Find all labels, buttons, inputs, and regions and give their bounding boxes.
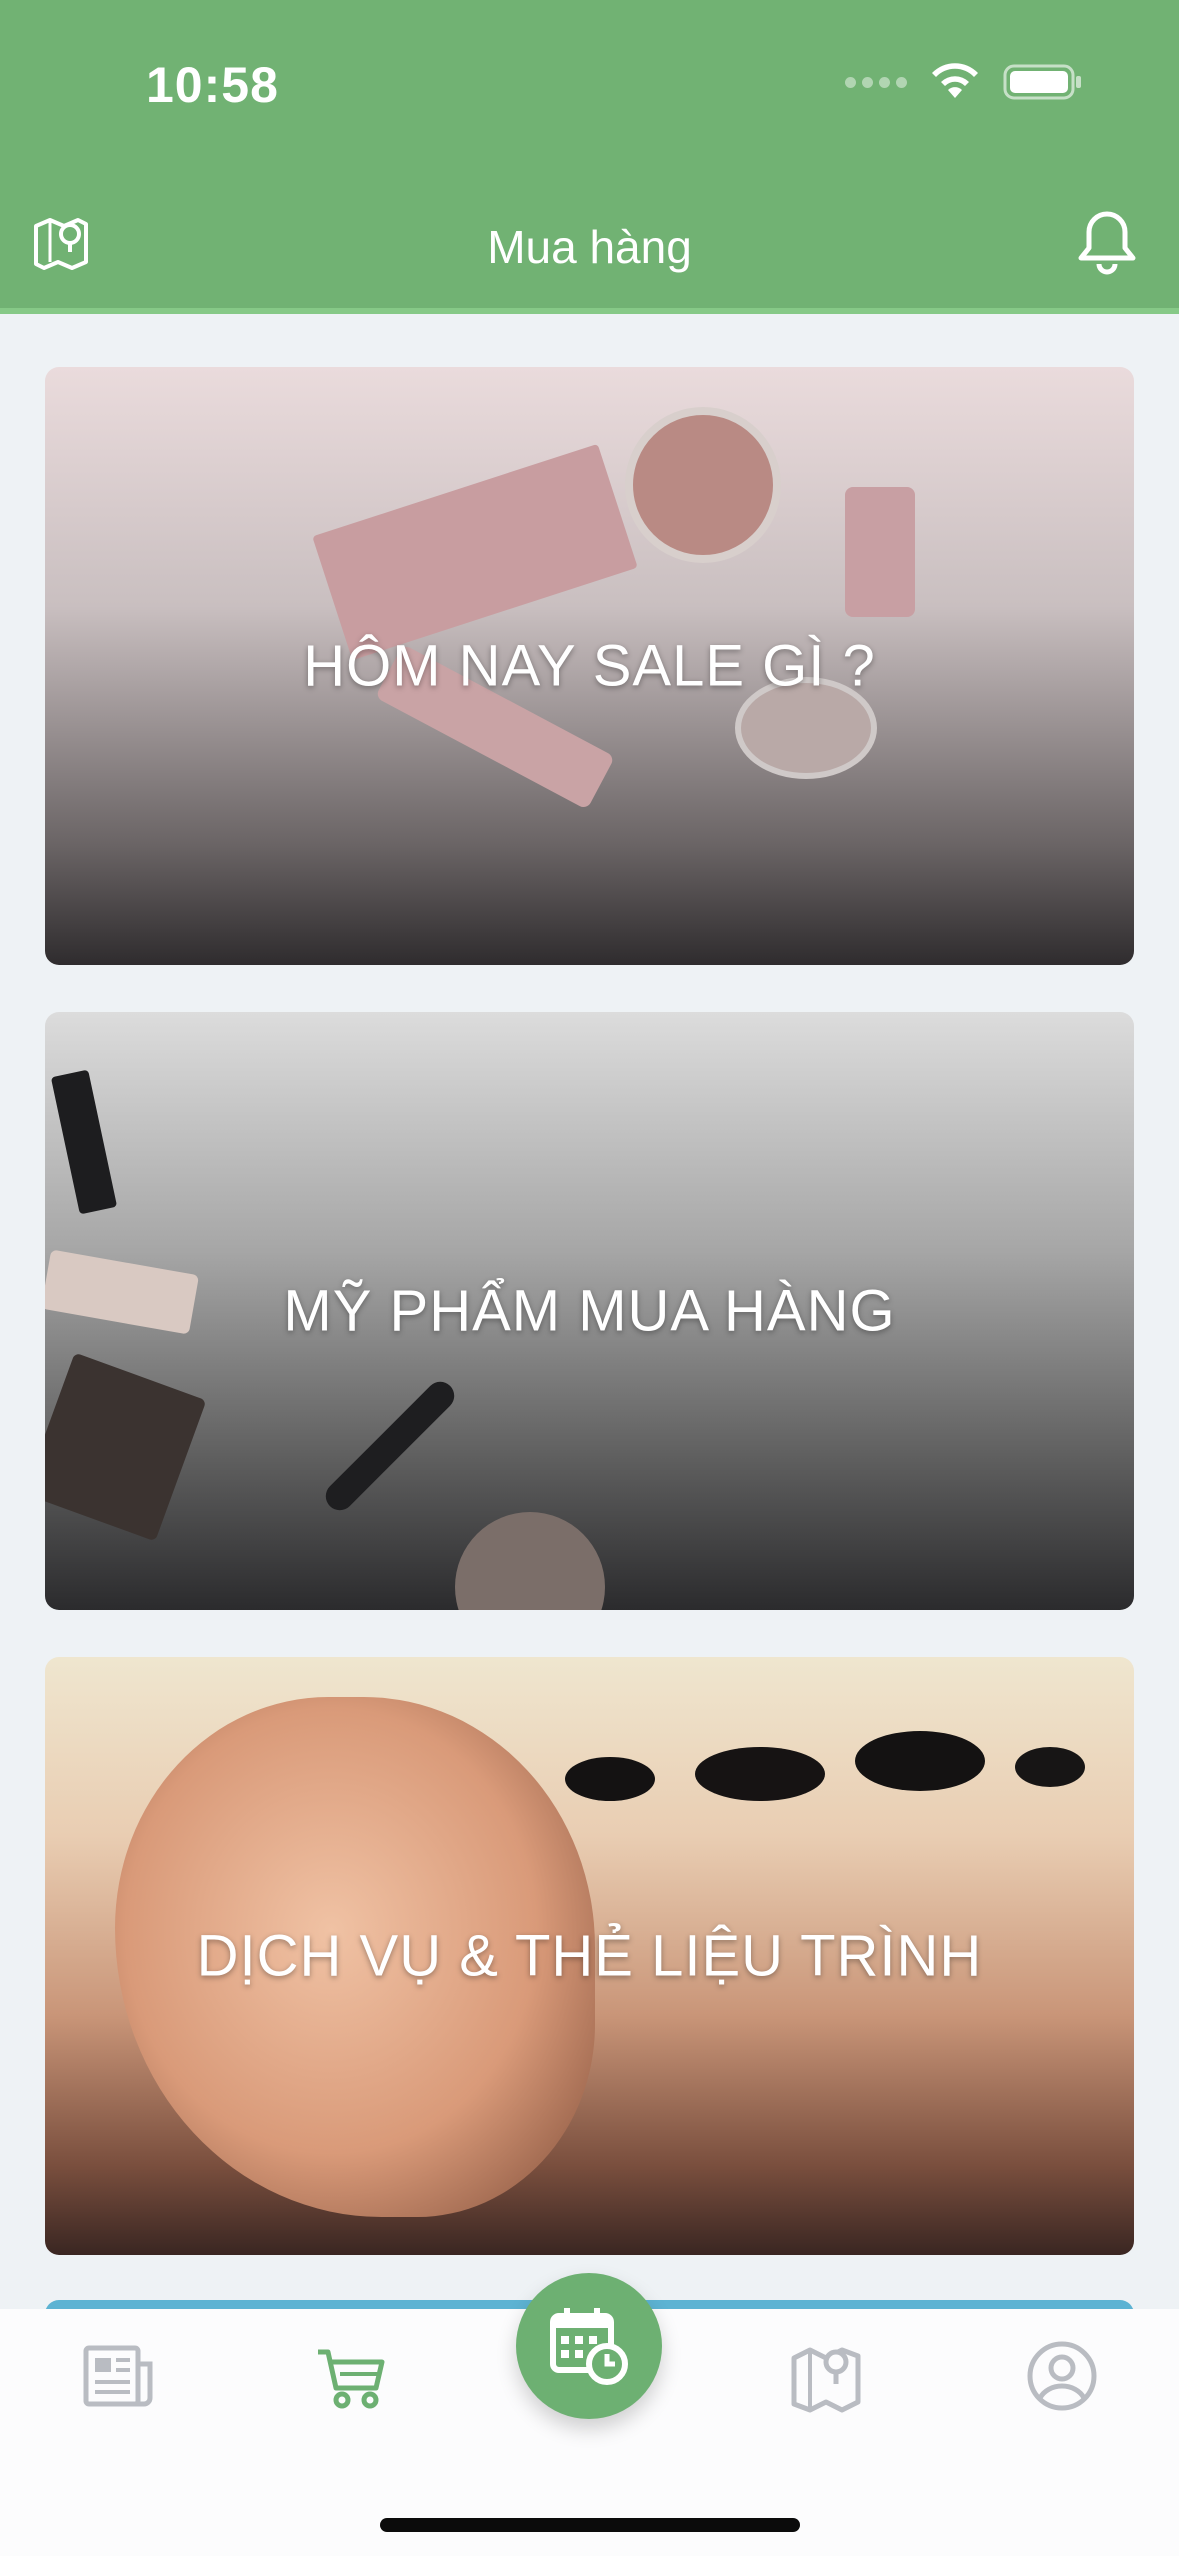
- profile-icon[interactable]: [1024, 2338, 1100, 2414]
- bell-icon[interactable]: [1076, 208, 1138, 276]
- bottle-image: [845, 487, 915, 617]
- signal-icon: [845, 76, 907, 88]
- jar-image: [625, 407, 781, 563]
- booking-button[interactable]: [516, 2273, 662, 2419]
- map-icon[interactable]: [788, 2338, 864, 2414]
- services-card[interactable]: DỊCH VỤ & THẺ LIỆU TRÌNH: [45, 1657, 1134, 2255]
- status-icons: [845, 62, 1083, 102]
- sale-today-card[interactable]: HÔM NAY SALE GÌ ?: [45, 367, 1134, 965]
- card-label: DỊCH VỤ & THẺ LIỆU TRÌNH: [196, 1923, 983, 1989]
- calendar-clock-icon: [550, 2308, 628, 2385]
- cosmetics-shopping-card[interactable]: MỸ PHẨM MUA HÀNG: [45, 1012, 1134, 1610]
- home-indicator: [380, 2518, 800, 2532]
- app-header: 10:58 Mua hàng: [0, 0, 1179, 314]
- cart-icon[interactable]: [314, 2338, 390, 2414]
- page-title: Mua hàng: [487, 221, 692, 273]
- news-icon[interactable]: [80, 2338, 156, 2414]
- eyeshadow-palette-image: [45, 1352, 207, 1542]
- cosmetics-box-image: [312, 443, 638, 661]
- wifi-icon: [932, 63, 978, 98]
- powder-jar-image: [455, 1512, 605, 1610]
- lipstick-image: [50, 1069, 118, 1215]
- battery-icon: [1003, 64, 1081, 100]
- hot-stones-image: [565, 1731, 1085, 1807]
- status-time: 10:58: [146, 57, 279, 113]
- brush-image: [319, 1375, 461, 1517]
- card-label: MỸ PHẨM MUA HÀNG: [283, 1278, 896, 1344]
- card-label: HÔM NAY SALE GÌ ?: [303, 633, 876, 699]
